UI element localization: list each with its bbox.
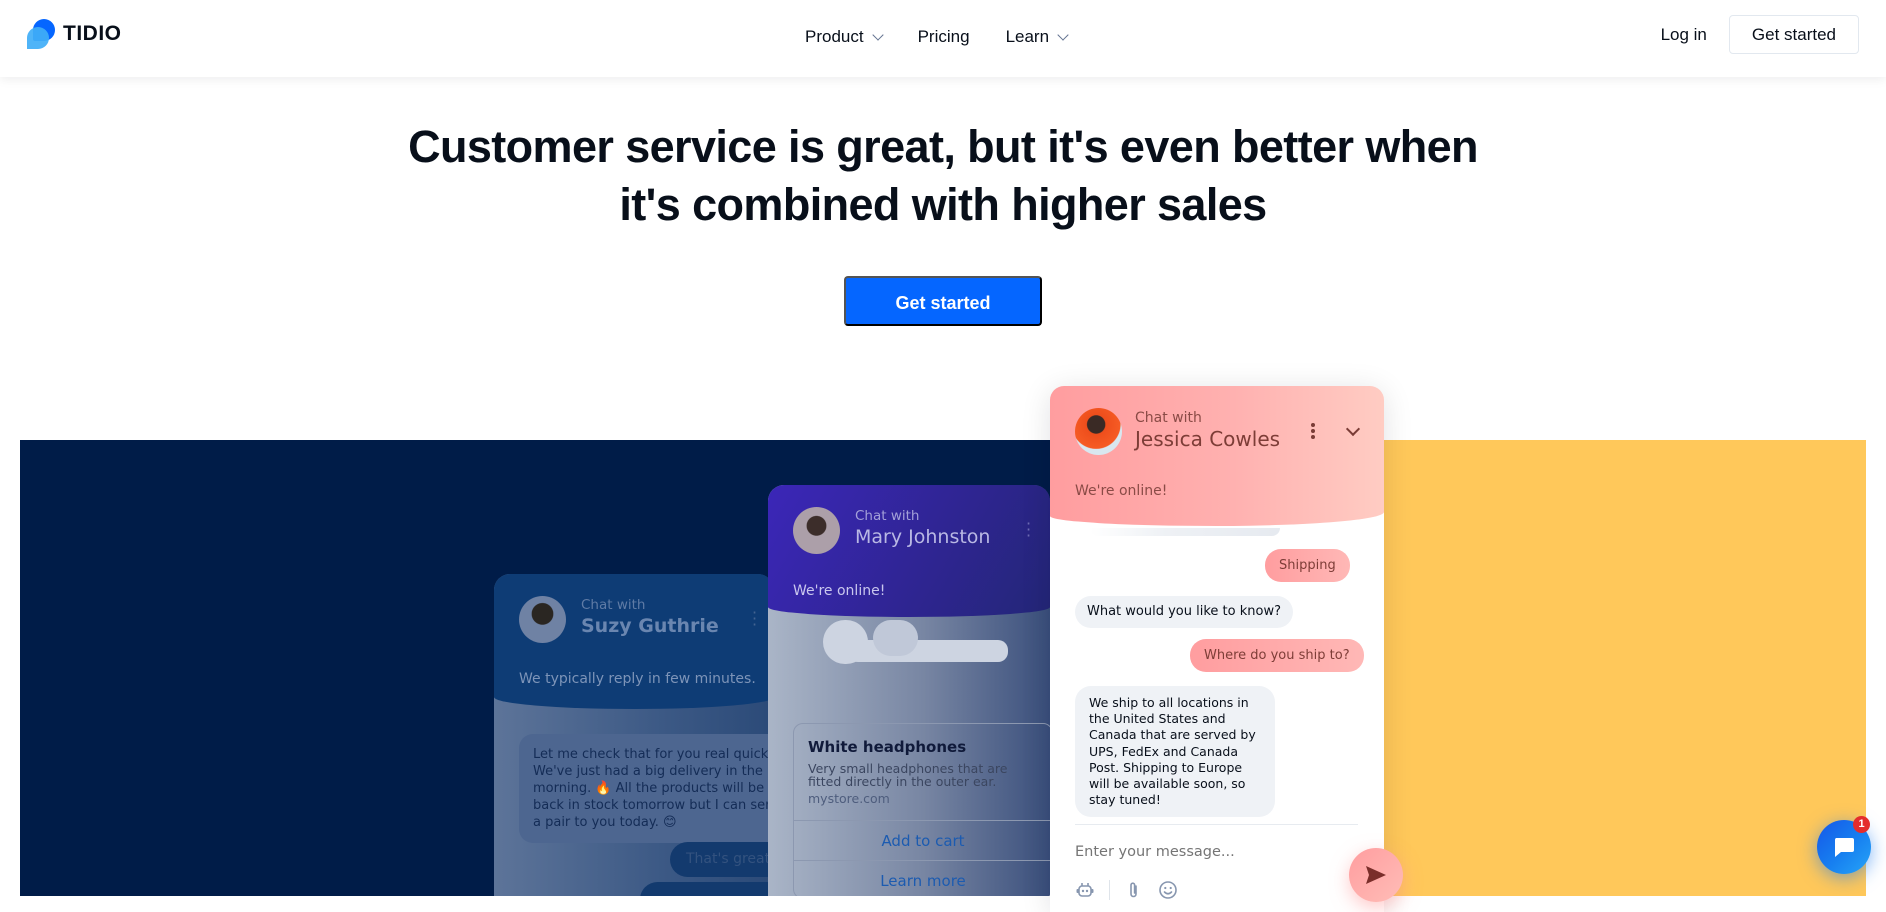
visitor-message: [640, 882, 774, 896]
more-options-icon[interactable]: [1306, 421, 1320, 445]
yellow-background-panel: [1384, 440, 1866, 896]
chat-card-mary: Chat with Mary Johnston · · · We're online…: [768, 485, 1050, 896]
chat-card-header: [1050, 386, 1384, 526]
chat-with-label: Chat with: [855, 508, 920, 524]
hero-headline: Customer service is great, but it's even…: [0, 118, 1886, 234]
agent-message: Let me check that for you real quick! We…: [519, 734, 774, 843]
agent-message: We ship to all locations in the United S…: [1075, 686, 1275, 818]
agent-name: Suzy Guthrie: [581, 615, 719, 637]
headline-text: Customer service is great, but it's: [408, 121, 1120, 172]
nav-actions: Log in Get started: [1661, 15, 1859, 54]
hero-get-started-button[interactable]: Get started: [844, 276, 1042, 326]
add-to-cart-button[interactable]: Add to cart: [794, 820, 1050, 860]
visitor-message: That's great: [670, 842, 774, 877]
tidio-logo-icon: [27, 19, 57, 49]
avatar: [519, 596, 566, 643]
chat-card-suzy: Chat with Suzy Guthrie · · · We typically …: [494, 574, 774, 896]
nav-item-product[interactable]: Product: [805, 22, 884, 52]
nav-item-learn[interactable]: Learn: [1005, 22, 1069, 52]
product-description: Very small headphones that are fitted di…: [808, 761, 1008, 789]
bot-icon[interactable]: [1075, 880, 1095, 900]
brand-logo[interactable]: TIDIO: [27, 19, 122, 49]
visitor-message: Shipping: [1265, 549, 1350, 582]
divider: [1075, 824, 1358, 825]
header-shadow: [1090, 528, 1280, 536]
unread-count-badge: 1: [1853, 816, 1870, 833]
product-name: White headphones: [808, 738, 967, 756]
nav-item-label: Product: [805, 27, 864, 46]
send-message-button[interactable]: [1349, 848, 1403, 902]
product-card: White headphones Very small headphones t…: [793, 723, 1050, 896]
agent-name: Mary Johnston: [855, 526, 991, 548]
agent-name: Jessica Cowles: [1135, 427, 1281, 451]
login-link[interactable]: Log in: [1661, 25, 1707, 45]
nav-get-started-button[interactable]: Get started: [1728, 15, 1859, 54]
status-text: We're online!: [1075, 483, 1168, 499]
headphones-product-image: [818, 620, 1008, 690]
headline-text-line2: it's combined with higher sales: [619, 179, 1267, 230]
learn-more-button[interactable]: Learn more: [794, 860, 1050, 896]
chat-with-label: Chat with: [1135, 410, 1202, 426]
nav-item-label: Pricing: [917, 27, 970, 46]
chevron-down-icon: [1057, 28, 1069, 41]
brand-name: TIDIO: [63, 22, 122, 45]
status-text: We're online!: [793, 583, 886, 599]
status-text: We typically reply in few minutes.: [519, 671, 756, 687]
chat-with-label: Chat with: [581, 597, 646, 613]
headline-text: when: [1353, 121, 1478, 172]
more-options-icon: · · ·: [752, 603, 758, 634]
toolbar-separator: [1109, 880, 1110, 900]
emoji-icon[interactable]: [1158, 880, 1178, 900]
avatar: [793, 507, 840, 554]
avatar: [1075, 408, 1122, 455]
headline-emphasis: even better: [1119, 121, 1354, 172]
chat-card-jessica: Chat with Jessica Cowles We're online! S…: [1050, 386, 1384, 912]
nav-item-pricing[interactable]: Pricing: [918, 22, 970, 52]
chat-bubble-icon: [1834, 838, 1854, 857]
agent-message: What would you like to know?: [1075, 596, 1293, 628]
main-menu: Product Pricing Learn: [805, 22, 1069, 52]
visitor-message: Where do you ship to?: [1190, 639, 1364, 672]
chevron-down-icon: [871, 28, 884, 41]
message-input[interactable]: [1075, 844, 1305, 860]
paperclip-icon[interactable]: [1124, 880, 1144, 900]
send-icon: [1366, 866, 1386, 884]
product-url: mystore.com: [808, 791, 890, 806]
nav-item-label: Learn: [1005, 27, 1050, 46]
composer-toolbar: [1075, 880, 1178, 900]
top-navigation: TIDIO Product Pricing Learn Log in Get s…: [0, 0, 1886, 77]
chevron-down-icon[interactable]: [1344, 421, 1364, 442]
more-options-icon: · · ·: [1026, 514, 1032, 545]
